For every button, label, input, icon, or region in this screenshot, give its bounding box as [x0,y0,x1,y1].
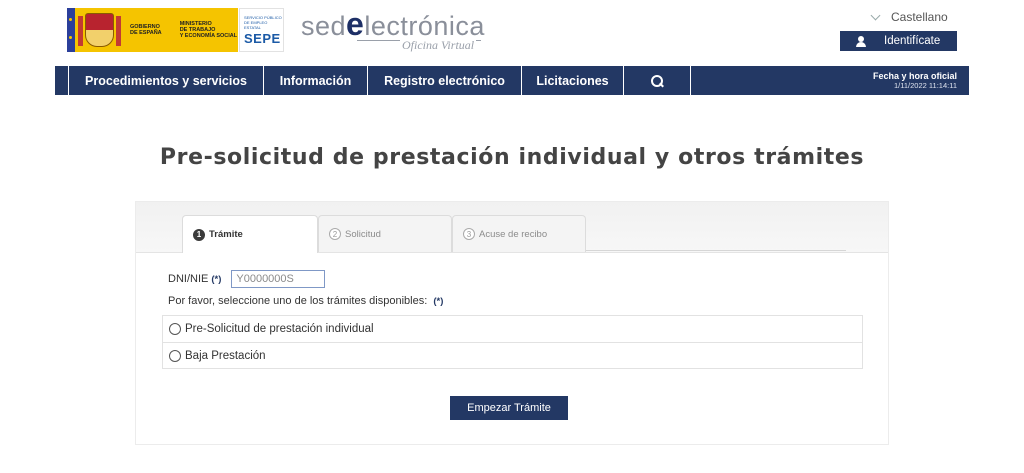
option-baja-prestacion[interactable]: Baja Prestación [163,342,862,368]
gobierno-text: GOBIERNO DE ESPAÑA [129,24,162,36]
step-3-icon: 3 [463,228,475,240]
sede-subtitle: Oficina Virtual [400,38,477,53]
nav-item-procedimientos[interactable]: Procedimientos y servicios [68,66,263,95]
tramite-help-text: Por favor, seleccione uno de los trámite… [168,295,443,307]
wizard-tabs: 1 Trámite 2 Solicitud 3 Acuse de recibo [136,202,888,253]
site-header: GOBIERNO DE ESPAÑA MINISTERIO DE TRABAJO… [0,0,1024,66]
option-presolicitud-label: Pre-Solicitud de prestación individual [185,323,374,335]
option-baja-label: Baja Prestación [185,349,266,362]
radio-baja-prestacion[interactable] [169,349,181,362]
form-panel: 1 Trámite 2 Solicitud 3 Acuse de recibo … [135,201,889,445]
tab-tramite-label: Trámite [209,229,243,240]
page-title: Pre-solicitud de prestación individual y… [159,145,865,170]
language-selector[interactable]: Castellano [870,10,948,24]
nav-item-licitaciones[interactable]: Licitaciones [521,66,623,95]
tab-acuse[interactable]: 3 Acuse de recibo [452,215,586,252]
tab-acuse-label: Acuse de recibo [479,228,548,240]
nav-spacer [690,66,859,95]
datetime-value: 1/11/2022 11:14:11 [894,81,957,90]
dni-input[interactable] [231,270,326,288]
eu-flag-stripe [67,8,75,52]
language-label: Castellano [891,10,948,24]
identificate-button[interactable]: Identifícate [840,31,957,51]
required-mark: (*) [211,273,222,285]
user-icon [856,35,866,47]
coat-of-arms-icon [77,13,122,47]
help-text: Por favor, seleccione uno de los trámite… [168,295,428,307]
gobierno-logo[interactable]: GOBIERNO DE ESPAÑA MINISTERIO DE TRABAJO… [67,8,238,52]
dni-label: DNI/NIE [168,273,209,285]
tab-tramite[interactable]: 1 Trámite [182,215,318,253]
option-presolicitud[interactable]: Pre-Solicitud de prestación individual [163,316,862,342]
ministerio-text: MINISTERIO DE TRABAJO Y ECONOMÍA SOCIAL [179,21,238,39]
step-1-icon: 1 [193,228,205,241]
datetime-label: Fecha y hora oficial [872,71,957,81]
search-icon [651,74,663,87]
empezar-tramite-button[interactable]: Empezar Trámite [450,396,568,420]
main-nav: Procedimientos y servicios Información R… [55,66,969,95]
radio-presolicitud[interactable] [169,323,181,335]
sepe-wordmark: SEPE [244,31,281,46]
sepe-subtitle: SERVICIO PÚBLICO DE EMPLEO ESTATAL [244,15,282,30]
required-mark-2: (*) [433,296,444,307]
tab-solicitud-label: Solicitud [345,228,381,240]
chevron-down-icon [870,10,881,20]
sepe-logo[interactable]: SERVICIO PÚBLICO DE EMPLEO ESTATAL SEPE [239,8,284,52]
step-2-icon: 2 [329,228,341,240]
identificate-label: Identifícate [884,35,941,47]
nav-item-informacion[interactable]: Información [263,66,367,95]
tramite-options: Pre-Solicitud de prestación individual B… [162,315,863,369]
nav-item-registro[interactable]: Registro electrónico [367,66,521,95]
nav-search-button[interactable] [623,66,690,95]
tab-solicitud[interactable]: 2 Solicitud [318,215,452,252]
sede-electronica-logo[interactable]: sedelectrónica Oficina Virtual [301,6,486,53]
official-datetime: Fecha y hora oficial 1/11/2022 11:14:11 [859,66,969,95]
dni-field-row: DNI/NIE (*) [168,270,326,288]
